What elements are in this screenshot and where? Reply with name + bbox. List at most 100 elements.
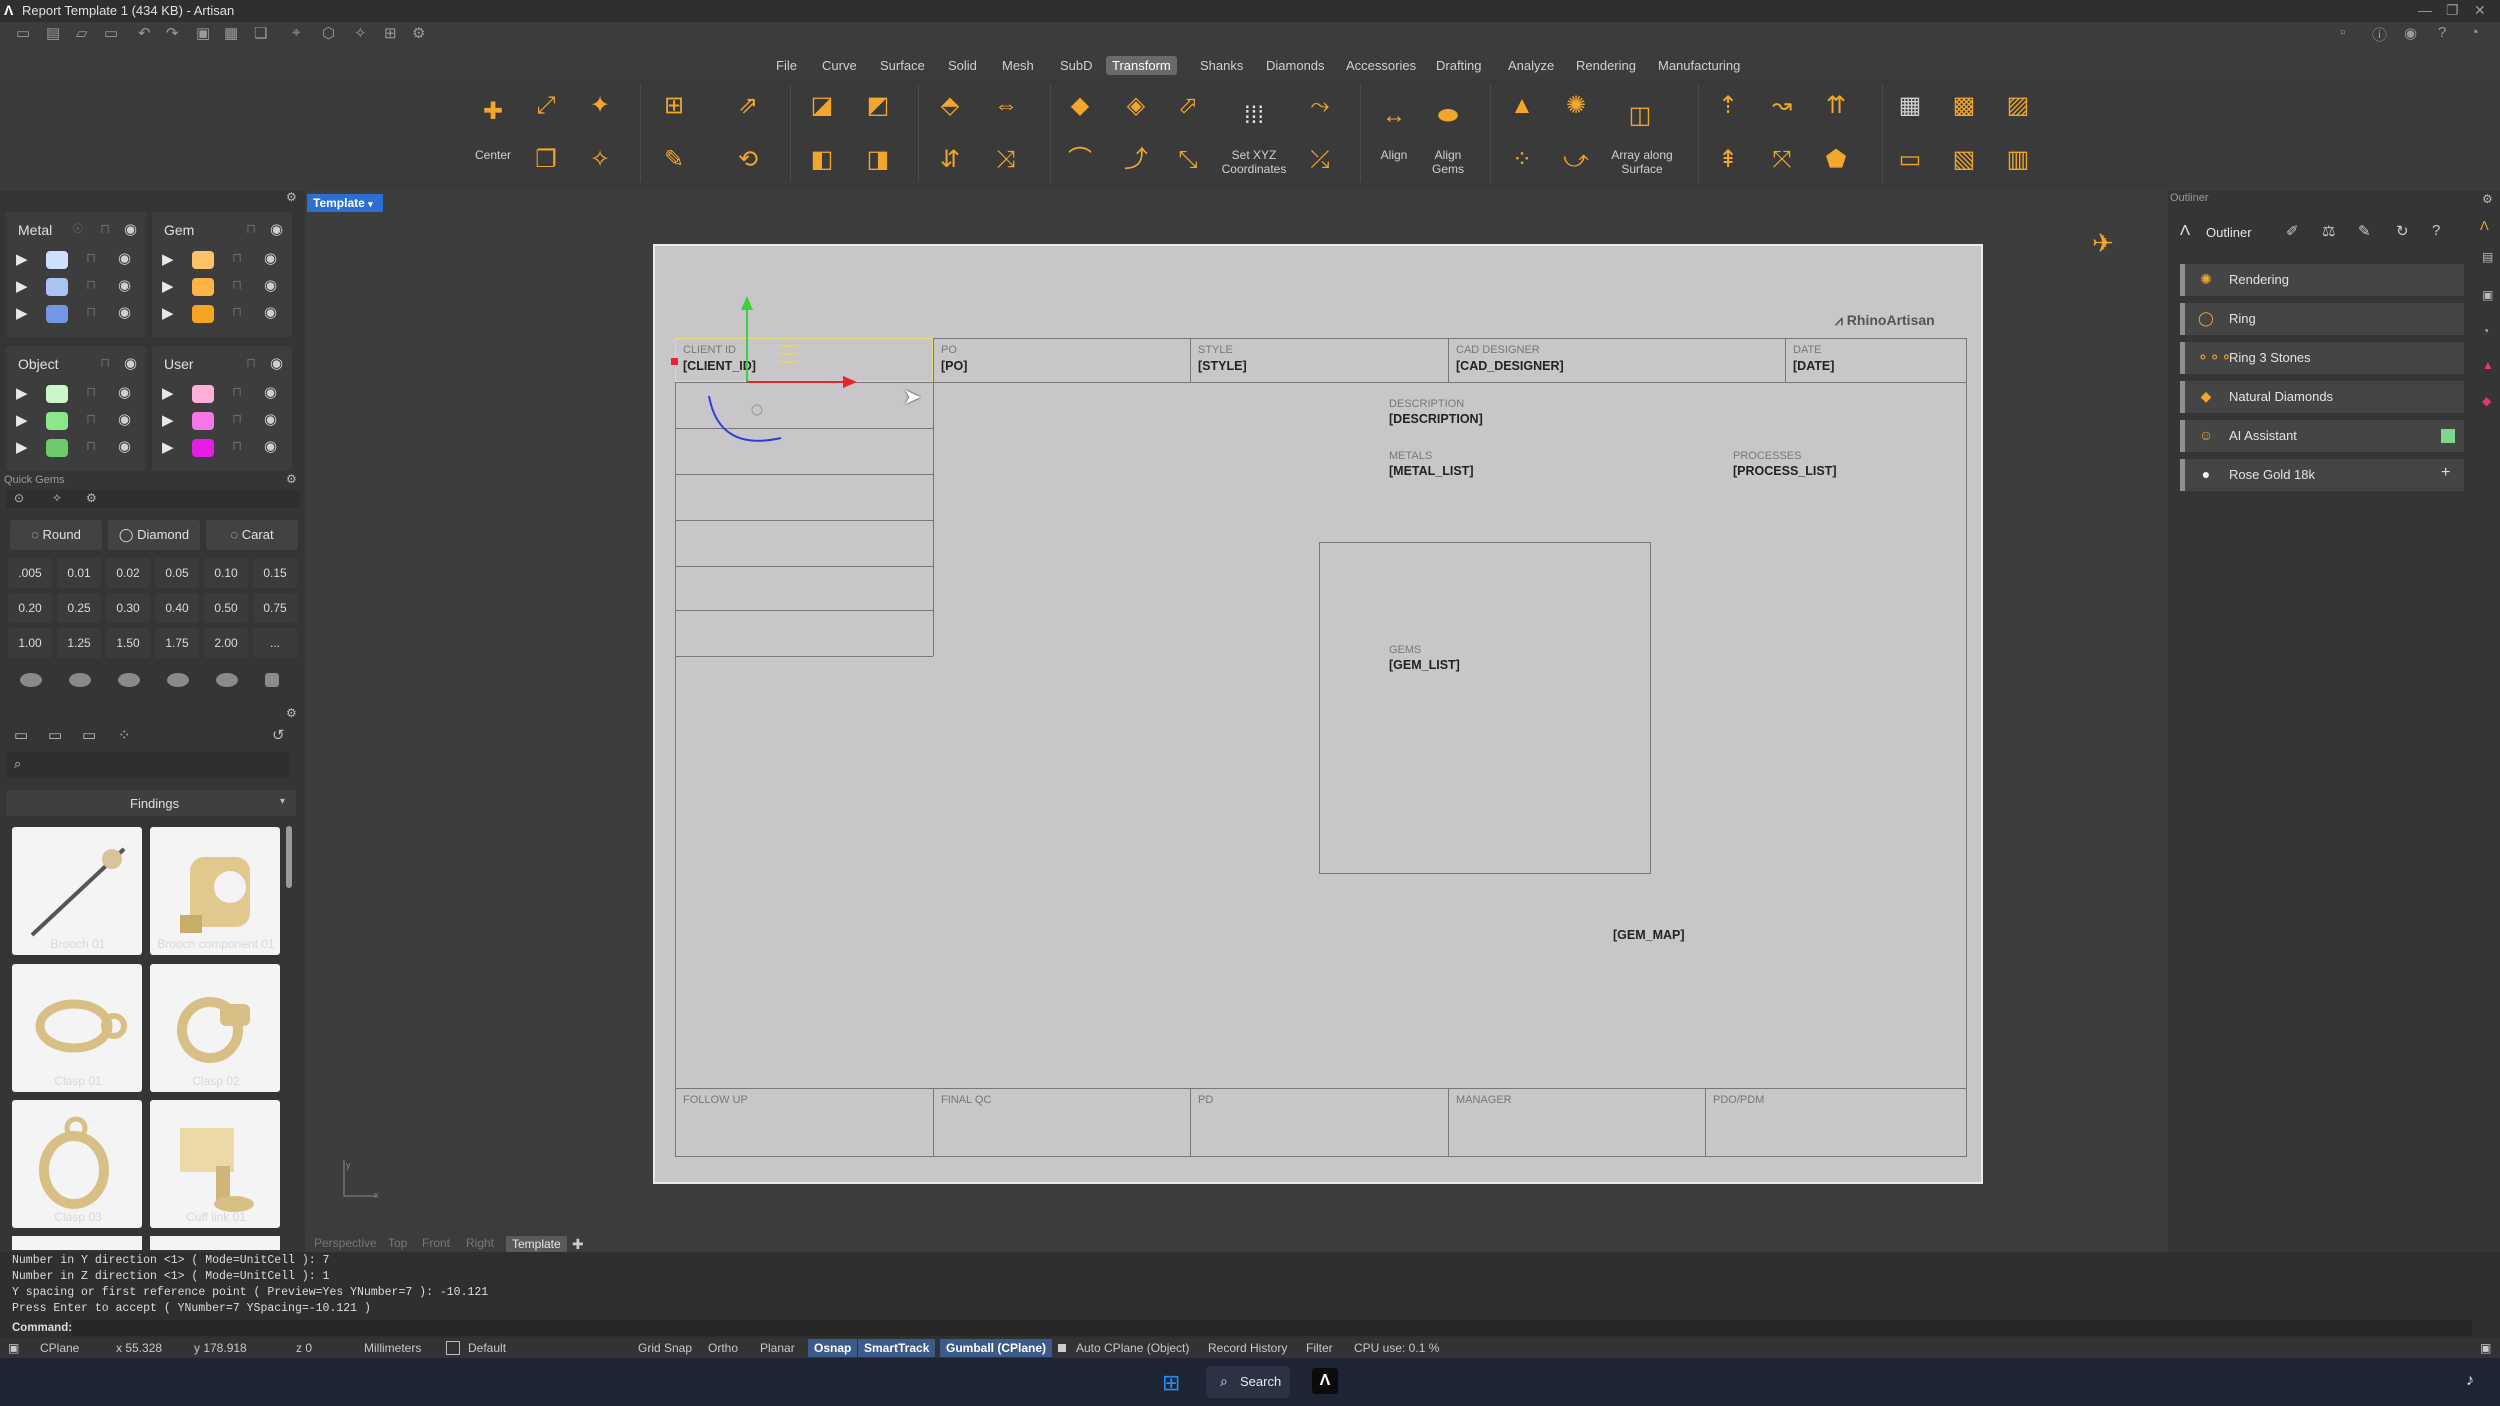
box-icon[interactable]: ◨	[858, 140, 898, 180]
carat-button[interactable]: ◌ Carat	[206, 520, 298, 550]
gem-size-button[interactable]: 1.75	[155, 628, 199, 658]
smarttrack-toggle[interactable]: SmartTrack	[858, 1339, 936, 1357]
triangle-icon[interactable]: ▲	[1502, 86, 1542, 126]
play-icon[interactable]: ▶	[162, 384, 174, 402]
play-icon[interactable]: ▶	[162, 411, 174, 429]
gumball-toggle[interactable]: Gumball (CPlane)	[940, 1339, 1053, 1357]
menu-drafting[interactable]: Drafting	[1430, 56, 1488, 75]
curve-move-icon[interactable]: ⌒	[1060, 140, 1100, 180]
layer-row[interactable]: ▶ ⊓ ◉	[152, 436, 292, 460]
osnap-toggle[interactable]: Osnap	[808, 1339, 858, 1357]
split-icon[interactable]: ⇵	[930, 140, 970, 180]
navigation-pin-icon[interactable]: ✈	[2092, 228, 2114, 259]
gem-map-value[interactable]: [GEM_MAP]	[1613, 928, 1685, 942]
restore-icon[interactable]: ❐	[2446, 2, 2459, 19]
library-item-clasp-01[interactable]	[12, 964, 142, 1092]
display-side-icon[interactable]: ◔	[2482, 324, 2489, 338]
play-icon[interactable]: ▶	[162, 277, 174, 295]
layer-object-lock-icon[interactable]: ⊓	[100, 355, 110, 371]
gem-size-button[interactable]: 0.02	[106, 558, 150, 588]
eye-icon[interactable]: ◉	[118, 249, 131, 267]
mirror-icon[interactable]: ⇔	[986, 86, 1026, 126]
eye-icon[interactable]: ◉	[264, 276, 277, 294]
set-xyz-icon[interactable]: ⁞⁞⁞	[1234, 96, 1274, 136]
lock-icon[interactable]: ⊓	[86, 384, 96, 400]
panel-toggle-icon[interactable]: ▣	[8, 1341, 19, 1355]
flow-icon[interactable]: ⬘	[930, 86, 970, 126]
align-icon[interactable]: ↔	[1374, 96, 1414, 136]
lock-icon[interactable]: ⊓	[232, 250, 242, 266]
layer-row[interactable]: ▶ ⊓ ◉	[152, 302, 292, 326]
gem-shape-pear-icon[interactable]	[167, 673, 189, 687]
open-icon[interactable]: ▱	[76, 24, 88, 42]
bend-curve-icon[interactable]: ↝	[1762, 86, 1802, 126]
artisan-side-icon[interactable]: Λ	[2480, 218, 2489, 233]
grid-view-icon[interactable]: ⁘	[118, 726, 131, 744]
library-item-brooch-01[interactable]	[12, 827, 142, 955]
menu-curve[interactable]: Curve	[816, 56, 863, 75]
orient-icon[interactable]: ⬀	[1168, 86, 1208, 126]
gem-tool-icon[interactable]: ⊙	[14, 491, 24, 505]
processes-value[interactable]: [PROCESS_LIST]	[1733, 464, 1837, 478]
units-label[interactable]: Millimeters	[364, 1341, 421, 1355]
layer-color-swatch[interactable]	[192, 385, 214, 403]
outliner-item-rendering[interactable]: ✺ Rendering	[2180, 264, 2464, 296]
curve-array-icon[interactable]: ⤻	[1556, 140, 1596, 180]
cage-edit-icon[interactable]: ▩	[1944, 86, 1984, 126]
tab-perspective[interactable]: Perspective	[314, 1236, 377, 1250]
cage-scale-icon[interactable]: ▥	[1998, 140, 2038, 180]
layer-object-eye-icon[interactable]: ◉	[124, 354, 137, 372]
morph-icon[interactable]: ⤧	[1762, 140, 1802, 180]
measure-icon[interactable]: ⊞	[384, 24, 397, 42]
pen-icon[interactable]: ✎	[654, 140, 694, 180]
layer-color-swatch[interactable]	[46, 278, 68, 296]
grid-array-icon[interactable]: ⁘	[1502, 140, 1542, 180]
eye-icon[interactable]: ◉	[118, 410, 131, 428]
menu-solid[interactable]: Solid	[942, 56, 983, 75]
align-gems-label[interactable]: Align Gems	[1420, 148, 1476, 176]
gem-size-button[interactable]: 0.75	[253, 593, 297, 623]
edit-icon[interactable]: ✎	[2358, 222, 2371, 240]
auto-cplane-lock-icon[interactable]	[1058, 1344, 1066, 1352]
gem-size-button[interactable]: 0.05	[155, 558, 199, 588]
save-as-icon[interactable]: ▦	[224, 24, 238, 42]
menu-diamonds[interactable]: Diamonds	[1260, 56, 1331, 75]
gem-size-button[interactable]: .005	[8, 558, 52, 588]
menu-analyze[interactable]: Analyze	[1502, 56, 1560, 75]
menu-surface[interactable]: Surface	[874, 56, 931, 75]
gem-size-button[interactable]: 0.30	[106, 593, 150, 623]
eye-icon[interactable]: ◉	[118, 383, 131, 401]
array-icon[interactable]: ◪	[802, 86, 842, 126]
style-value[interactable]: [STYLE]	[1198, 359, 1247, 373]
settings-icon[interactable]: ⚙	[412, 24, 425, 42]
gem-size-button[interactable]: 0.40	[155, 593, 199, 623]
gem-settings-icon[interactable]: ⚙	[86, 491, 97, 505]
taper-icon[interactable]: ⤰	[1300, 140, 1340, 180]
menu-accessories[interactable]: Accessories	[1340, 56, 1422, 75]
cube-icon[interactable]: ◧	[802, 140, 842, 180]
planar-toggle[interactable]: Planar	[760, 1341, 795, 1355]
diamond-move-icon[interactable]: ◆	[1060, 86, 1100, 126]
layer-row[interactable]: ▶ ⊓ ◉	[6, 302, 146, 326]
layer-color-swatch[interactable]	[46, 439, 68, 457]
outliner-item-rose-gold[interactable]: ● Rose Gold 18k +	[2180, 459, 2464, 491]
layer-row[interactable]: ▶ ⊓ ◉	[6, 248, 146, 272]
library-search-input[interactable]: ⌕	[6, 752, 290, 778]
library-item-partial[interactable]	[12, 1236, 142, 1250]
gem-shape-cushion-icon[interactable]	[118, 673, 140, 687]
folder-new-icon[interactable]: ▭	[48, 726, 62, 744]
template-icon[interactable]: ▤	[46, 24, 60, 42]
menu-manufacturing[interactable]: Manufacturing	[1652, 56, 1746, 75]
eye-icon[interactable]: ◉	[118, 303, 131, 321]
taskbar-search-button[interactable]: ⌕ Search	[1206, 1366, 1290, 1398]
eye-icon[interactable]: ◉	[264, 383, 277, 401]
gem-size-button[interactable]: 1.50	[106, 628, 150, 658]
status-swatch[interactable]	[2441, 429, 2455, 443]
viewport-tab[interactable]: Template ▾	[307, 194, 383, 212]
material-side-icon[interactable]: ◆	[2482, 394, 2491, 408]
menu-rendering[interactable]: Rendering	[1570, 56, 1642, 75]
panel-gear-icon[interactable]: ⚙	[286, 190, 297, 204]
copy-tool-icon[interactable]: ❐	[526, 140, 566, 180]
mesh-grid-icon[interactable]: ▦	[1890, 86, 1930, 126]
filter-toggle[interactable]: Filter	[1306, 1341, 1333, 1355]
